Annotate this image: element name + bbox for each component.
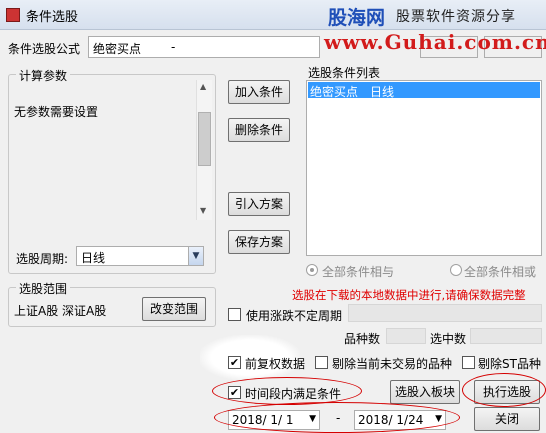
- save-scheme-button[interactable]: 保存方案: [228, 230, 290, 254]
- params-message: 无参数需要设置: [14, 105, 99, 119]
- annotation-circle-execute: [462, 373, 546, 407]
- app-icon: [6, 8, 20, 22]
- formula-label: 条件选股公式: [8, 42, 81, 56]
- period-label: 选股周期:: [16, 252, 69, 266]
- formula-value: 绝密买点: [93, 42, 142, 56]
- all-or-label: 全部条件相或: [464, 265, 537, 279]
- condition-list-label: 选股条件列表: [308, 66, 381, 80]
- change-range-button[interactable]: 改变范围: [142, 297, 206, 321]
- annotation-circle-time-range: [212, 377, 362, 405]
- formula-select[interactable]: 绝密买点 -: [88, 36, 320, 58]
- watermark-url: www.Guhai.com.cn: [324, 30, 546, 54]
- period-select[interactable]: 日线 ▼: [76, 246, 204, 266]
- condition-list-item[interactable]: 绝密买点 日线: [308, 82, 540, 99]
- exclude-untraded-checkbox[interactable]: [315, 356, 328, 369]
- use-limit-period-checkbox[interactable]: [228, 308, 241, 321]
- to-block-button[interactable]: 选股入板块: [390, 380, 460, 404]
- selected-count-field: [470, 328, 542, 344]
- watermark-slogan: 股票软件资源分享: [396, 9, 516, 25]
- scroll-up-icon[interactable]: ▲: [200, 82, 206, 91]
- condition-period: 日线: [370, 85, 395, 99]
- scroll-down-icon[interactable]: ▼: [200, 206, 206, 215]
- exclude-untraded-label: 剔除当前未交易的品种: [332, 357, 453, 371]
- chevron-down-icon[interactable]: ▼: [188, 247, 203, 265]
- limit-period-field[interactable]: [348, 304, 542, 322]
- selected-count-label: 选中数: [430, 332, 467, 346]
- pre-adjust-label: 前复权数据: [245, 357, 306, 371]
- import-scheme-button[interactable]: 引入方案: [228, 192, 290, 216]
- params-legend: 计算参数: [16, 67, 71, 84]
- annotation-circle-dates: [214, 402, 460, 433]
- remove-condition-button[interactable]: 删除条件: [228, 118, 290, 142]
- all-and-radio[interactable]: [306, 264, 318, 276]
- all-and-label: 全部条件相与: [322, 265, 395, 279]
- exclude-st-checkbox[interactable]: [462, 356, 475, 369]
- use-limit-period-label: 使用涨跌不定周期: [246, 309, 343, 323]
- period-value: 日线: [81, 251, 106, 265]
- pre-adjust-checkbox[interactable]: ✔: [228, 356, 241, 369]
- add-condition-button[interactable]: 加入条件: [228, 80, 290, 104]
- close-button[interactable]: 关闭: [474, 407, 540, 431]
- condition-list[interactable]: 绝密买点 日线: [306, 80, 542, 256]
- condition-name: 绝密买点: [310, 85, 359, 99]
- params-scrollbar[interactable]: ▲ ▼: [196, 80, 212, 220]
- all-or-radio[interactable]: [450, 264, 462, 276]
- range-legend: 选股范围: [16, 280, 71, 297]
- window-title: 条件选股: [26, 10, 79, 25]
- stock-count-label: 品种数: [344, 332, 381, 346]
- scroll-thumb[interactable]: [198, 112, 211, 166]
- watermark-brand: 股海网: [328, 7, 386, 29]
- stock-count-field: [386, 328, 426, 344]
- formula-dash: -: [171, 40, 176, 54]
- exclude-st-label: 剔除ST品种: [478, 357, 541, 371]
- notice-text: 选股在下载的本地数据中进行,请确保数据完整: [292, 288, 526, 302]
- range-text: 上证A股 深证A股: [14, 304, 107, 318]
